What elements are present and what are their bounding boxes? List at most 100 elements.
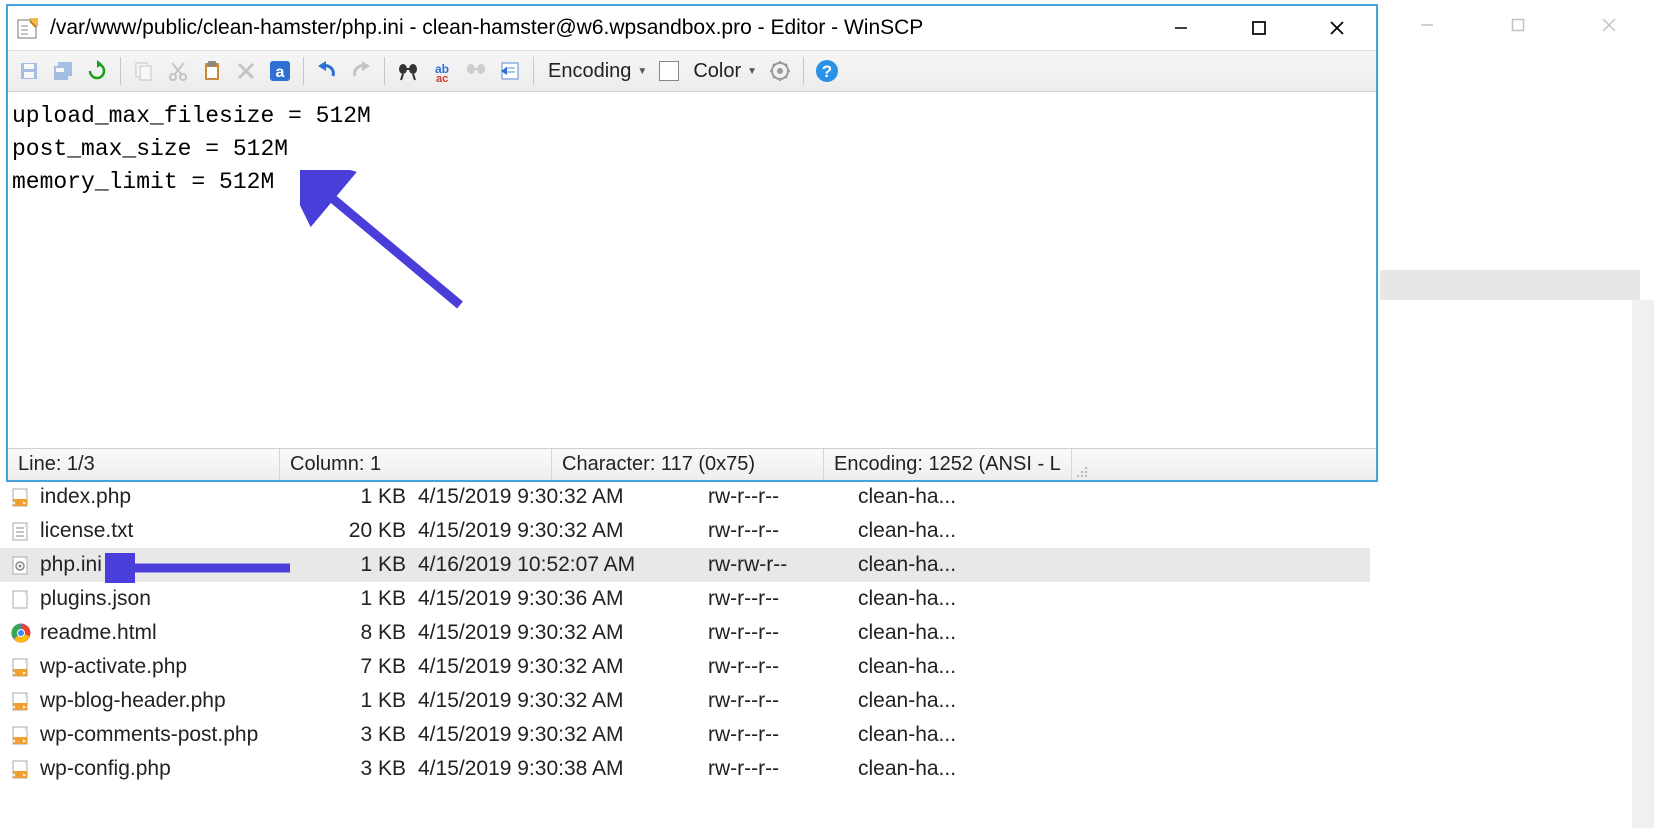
delete-button[interactable] bbox=[231, 56, 261, 86]
bg-window-controls bbox=[1380, 0, 1654, 50]
file-row[interactable]: php.ini1 KB4/16/2019 10:52:07 AMrw-rw-r-… bbox=[0, 548, 1370, 582]
bg-close-button[interactable] bbox=[1563, 0, 1654, 50]
status-column: Column: 1 bbox=[280, 449, 552, 480]
file-changed: 4/15/2019 9:30:32 AM bbox=[418, 723, 708, 747]
encoding-label[interactable]: Encoding bbox=[542, 60, 633, 83]
copy-button[interactable] bbox=[129, 56, 159, 86]
file-icon bbox=[10, 520, 32, 542]
file-size: 1 KB bbox=[318, 485, 418, 509]
bg-minimize-button[interactable] bbox=[1381, 0, 1472, 50]
file-changed: 4/15/2019 9:30:32 AM bbox=[418, 655, 708, 679]
file-name: wp-comments-post.php bbox=[38, 723, 318, 747]
file-icon bbox=[10, 690, 32, 712]
preferences-button[interactable] bbox=[765, 56, 795, 86]
save-button[interactable] bbox=[14, 56, 44, 86]
paste-button[interactable] bbox=[197, 56, 227, 86]
editor-toolbar: a abac Encoding ▼ Color ▼ ? bbox=[8, 50, 1376, 92]
file-rights: rw-r--r-- bbox=[708, 723, 858, 747]
separator bbox=[533, 57, 534, 85]
file-rights: rw-r--r-- bbox=[708, 485, 858, 509]
file-owner: clean-ha... bbox=[858, 689, 1008, 713]
file-icon bbox=[10, 724, 32, 746]
file-rights: rw-r--r-- bbox=[708, 621, 858, 645]
file-changed: 4/15/2019 9:30:32 AM bbox=[418, 519, 708, 543]
file-rights: rw-rw-r-- bbox=[708, 553, 858, 577]
file-owner: clean-ha... bbox=[858, 553, 1008, 577]
file-name: wp-activate.php bbox=[38, 655, 318, 679]
file-size: 3 KB bbox=[318, 723, 418, 747]
minimize-button[interactable] bbox=[1142, 6, 1220, 50]
separator bbox=[384, 57, 385, 85]
file-row[interactable]: plugins.json1 KB4/15/2019 9:30:36 AMrw-r… bbox=[0, 582, 1370, 616]
file-icon bbox=[10, 588, 32, 610]
file-row[interactable]: wp-comments-post.php3 KB4/15/2019 9:30:3… bbox=[0, 718, 1370, 752]
bg-scrollbar[interactable] bbox=[1632, 300, 1654, 828]
file-owner: clean-ha... bbox=[858, 723, 1008, 747]
redo-button[interactable] bbox=[346, 56, 376, 86]
file-size: 7 KB bbox=[318, 655, 418, 679]
file-icon bbox=[10, 622, 32, 644]
status-line: Line: 1/3 bbox=[8, 449, 280, 480]
color-checkbox[interactable] bbox=[659, 61, 679, 81]
file-size: 20 KB bbox=[318, 519, 418, 543]
file-changed: 4/15/2019 9:30:32 AM bbox=[418, 485, 708, 509]
editor-statusbar: Line: 1/3 Column: 1 Character: 117 (0x75… bbox=[8, 448, 1376, 480]
file-name: php.ini bbox=[38, 553, 318, 577]
svg-text:ac: ac bbox=[436, 73, 448, 82]
editor-title: /var/www/public/clean-hamster/php.ini - … bbox=[50, 16, 1142, 40]
file-owner: clean-ha... bbox=[858, 587, 1008, 611]
file-name: wp-blog-header.php bbox=[38, 689, 318, 713]
file-name: license.txt bbox=[38, 519, 318, 543]
close-button[interactable] bbox=[1298, 6, 1376, 50]
find-next-button[interactable] bbox=[461, 56, 491, 86]
editor-titlebar[interactable]: /var/www/public/clean-hamster/php.ini - … bbox=[8, 6, 1376, 50]
replace-button[interactable]: abac bbox=[427, 56, 457, 86]
separator bbox=[120, 57, 121, 85]
editor-app-icon bbox=[16, 16, 40, 40]
file-rights: rw-r--r-- bbox=[708, 689, 858, 713]
svg-text:a: a bbox=[276, 64, 285, 81]
editor-text-area[interactable]: upload_max_filesize = 512M post_max_size… bbox=[8, 92, 1376, 448]
encoding-dropdown-icon[interactable]: ▼ bbox=[637, 66, 651, 77]
select-all-button[interactable]: a bbox=[265, 56, 295, 86]
file-changed: 4/15/2019 9:30:38 AM bbox=[418, 757, 708, 781]
file-size: 8 KB bbox=[318, 621, 418, 645]
file-row[interactable]: readme.html8 KB4/15/2019 9:30:32 AMrw-r-… bbox=[0, 616, 1370, 650]
file-row[interactable]: license.txt20 KB4/15/2019 9:30:32 AMrw-r… bbox=[0, 514, 1370, 548]
file-size: 1 KB bbox=[318, 553, 418, 577]
reload-button[interactable] bbox=[82, 56, 112, 86]
file-changed: 4/15/2019 9:30:36 AM bbox=[418, 587, 708, 611]
file-list[interactable]: index.php1 KB4/15/2019 9:30:32 AMrw-r--r… bbox=[0, 480, 1370, 786]
file-row[interactable]: wp-activate.php7 KB4/15/2019 9:30:32 AMr… bbox=[0, 650, 1370, 684]
resize-grip[interactable] bbox=[1072, 449, 1090, 480]
file-owner: clean-ha... bbox=[858, 519, 1008, 543]
color-dropdown-icon[interactable]: ▼ bbox=[747, 66, 761, 77]
undo-button[interactable] bbox=[312, 56, 342, 86]
cut-button[interactable] bbox=[163, 56, 193, 86]
color-label[interactable]: Color bbox=[687, 60, 743, 83]
svg-text:?: ? bbox=[822, 62, 832, 81]
file-size: 1 KB bbox=[318, 689, 418, 713]
file-row[interactable]: wp-blog-header.php1 KB4/15/2019 9:30:32 … bbox=[0, 684, 1370, 718]
file-name: wp-config.php bbox=[38, 757, 318, 781]
file-row[interactable]: wp-config.php3 KB4/15/2019 9:30:38 AMrw-… bbox=[0, 752, 1370, 786]
separator bbox=[303, 57, 304, 85]
goto-button[interactable] bbox=[495, 56, 525, 86]
file-changed: 4/15/2019 9:30:32 AM bbox=[418, 689, 708, 713]
status-encoding: Encoding: 1252 (ANSI - L bbox=[824, 449, 1072, 480]
save-all-button[interactable] bbox=[48, 56, 78, 86]
file-row[interactable]: index.php1 KB4/15/2019 9:30:32 AMrw-r--r… bbox=[0, 480, 1370, 514]
file-owner: clean-ha... bbox=[858, 757, 1008, 781]
file-rights: rw-r--r-- bbox=[708, 655, 858, 679]
file-name: readme.html bbox=[38, 621, 318, 645]
maximize-button[interactable] bbox=[1220, 6, 1298, 50]
bg-maximize-button[interactable] bbox=[1472, 0, 1563, 50]
file-icon bbox=[10, 758, 32, 780]
file-changed: 4/16/2019 10:52:07 AM bbox=[418, 553, 708, 577]
file-owner: clean-ha... bbox=[858, 485, 1008, 509]
file-rights: rw-r--r-- bbox=[708, 757, 858, 781]
find-button[interactable] bbox=[393, 56, 423, 86]
file-owner: clean-ha... bbox=[858, 621, 1008, 645]
help-button[interactable]: ? bbox=[812, 56, 842, 86]
bg-header-strip bbox=[1380, 270, 1640, 300]
